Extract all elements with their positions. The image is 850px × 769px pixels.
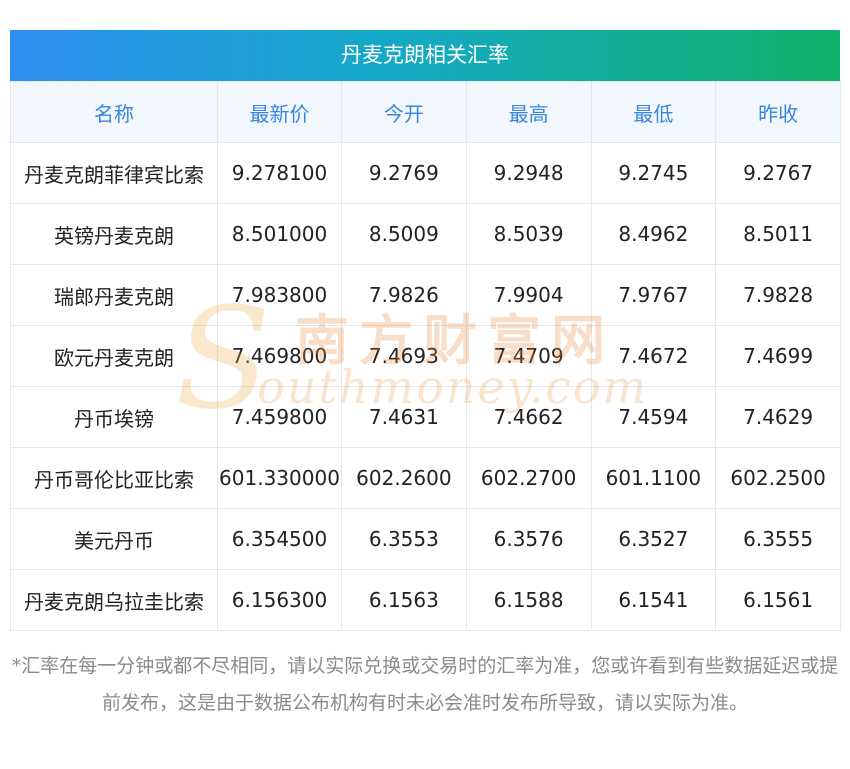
table-row: 英镑丹麦克朗 8.501000 8.5009 8.5039 8.4962 8.5… bbox=[10, 203, 841, 265]
open-price: 7.4631 bbox=[341, 386, 467, 448]
latest-price: 8.501000 bbox=[217, 203, 342, 265]
low-price: 6.3527 bbox=[590, 508, 717, 570]
prev-close-price: 7.9828 bbox=[715, 264, 841, 326]
col-header-name: 名称 bbox=[10, 81, 218, 143]
latest-price: 7.983800 bbox=[217, 264, 342, 326]
disclaimer-note: *汇率在每一分钟或都不尽相同，请以实际兑换或交易时的汇率为准，您或许看到有些数据… bbox=[11, 655, 839, 714]
col-header-prev-close: 昨收 bbox=[715, 81, 841, 143]
pair-name: 英镑丹麦克朗 bbox=[10, 203, 218, 265]
pair-name: 瑞郎丹麦克朗 bbox=[10, 264, 218, 326]
high-price: 6.3576 bbox=[465, 508, 592, 570]
high-price: 6.1588 bbox=[465, 569, 592, 631]
low-price: 6.1541 bbox=[590, 569, 717, 631]
rates-table: 名称 最新价 今开 最高 最低 昨收 丹麦克朗菲律宾比索 9.278100 9.… bbox=[10, 81, 841, 631]
latest-price: 6.156300 bbox=[217, 569, 342, 631]
low-price: 9.2745 bbox=[590, 142, 717, 204]
open-price: 6.3553 bbox=[341, 508, 467, 570]
latest-price: 9.278100 bbox=[217, 142, 342, 204]
low-price: 601.1100 bbox=[590, 447, 717, 509]
col-header-high: 最高 bbox=[465, 81, 592, 143]
pair-name: 丹麦克朗乌拉圭比索 bbox=[10, 569, 218, 631]
prev-close-price: 8.5011 bbox=[715, 203, 841, 265]
table-row: 美元丹币 6.354500 6.3553 6.3576 6.3527 6.355… bbox=[10, 508, 841, 570]
open-price: 7.9826 bbox=[341, 264, 467, 326]
pair-name: 丹币哥伦比亚比索 bbox=[10, 447, 218, 509]
table-row: 丹币哥伦比亚比索 601.330000 602.2600 602.2700 60… bbox=[10, 447, 841, 509]
latest-price: 601.330000 bbox=[217, 447, 342, 509]
low-price: 7.4594 bbox=[590, 386, 717, 448]
prev-close-price: 7.4699 bbox=[715, 325, 841, 387]
latest-price: 6.354500 bbox=[217, 508, 342, 570]
pair-name: 丹麦克朗菲律宾比索 bbox=[10, 142, 218, 204]
high-price: 9.2948 bbox=[465, 142, 592, 204]
latest-price: 7.469800 bbox=[217, 325, 342, 387]
table-row: 丹麦克朗乌拉圭比索 6.156300 6.1563 6.1588 6.1541 … bbox=[10, 569, 841, 631]
prev-close-price: 9.2767 bbox=[715, 142, 841, 204]
high-price: 7.4709 bbox=[465, 325, 592, 387]
col-header-low: 最低 bbox=[590, 81, 717, 143]
prev-close-price: 6.1561 bbox=[715, 569, 841, 631]
latest-price: 7.459800 bbox=[217, 386, 342, 448]
open-price: 6.1563 bbox=[341, 569, 467, 631]
table-row: 欧元丹麦克朗 7.469800 7.4693 7.4709 7.4672 7.4… bbox=[10, 325, 841, 387]
open-price: 9.2769 bbox=[341, 142, 467, 204]
pair-name: 丹币埃镑 bbox=[10, 386, 218, 448]
high-price: 8.5039 bbox=[465, 203, 592, 265]
rates-panel: 丹麦克朗相关汇率 名称 最新价 今开 最高 最低 昨收 丹麦克朗菲律宾比索 9.… bbox=[10, 30, 841, 631]
open-price: 7.4693 bbox=[341, 325, 467, 387]
header-row: 名称 最新价 今开 最高 最低 昨收 bbox=[10, 81, 841, 143]
prev-close-price: 7.4629 bbox=[715, 386, 841, 448]
col-header-latest: 最新价 bbox=[217, 81, 342, 143]
table-row: 丹麦克朗菲律宾比索 9.278100 9.2769 9.2948 9.2745 … bbox=[10, 142, 841, 204]
low-price: 8.4962 bbox=[590, 203, 717, 265]
open-price: 602.2600 bbox=[341, 447, 467, 509]
table-title: 丹麦克朗相关汇率 bbox=[10, 30, 840, 81]
open-price: 8.5009 bbox=[341, 203, 467, 265]
high-price: 602.2700 bbox=[465, 447, 592, 509]
high-price: 7.4662 bbox=[465, 386, 592, 448]
high-price: 7.9904 bbox=[465, 264, 592, 326]
low-price: 7.4672 bbox=[590, 325, 717, 387]
pair-name: 美元丹币 bbox=[10, 508, 218, 570]
table-row: 丹币埃镑 7.459800 7.4631 7.4662 7.4594 7.462… bbox=[10, 386, 841, 448]
low-price: 7.9767 bbox=[590, 264, 717, 326]
table-row: 瑞郎丹麦克朗 7.983800 7.9826 7.9904 7.9767 7.9… bbox=[10, 264, 841, 326]
prev-close-price: 6.3555 bbox=[715, 508, 841, 570]
pair-name: 欧元丹麦克朗 bbox=[10, 325, 218, 387]
col-header-open: 今开 bbox=[341, 81, 467, 143]
prev-close-price: 602.2500 bbox=[715, 447, 841, 509]
